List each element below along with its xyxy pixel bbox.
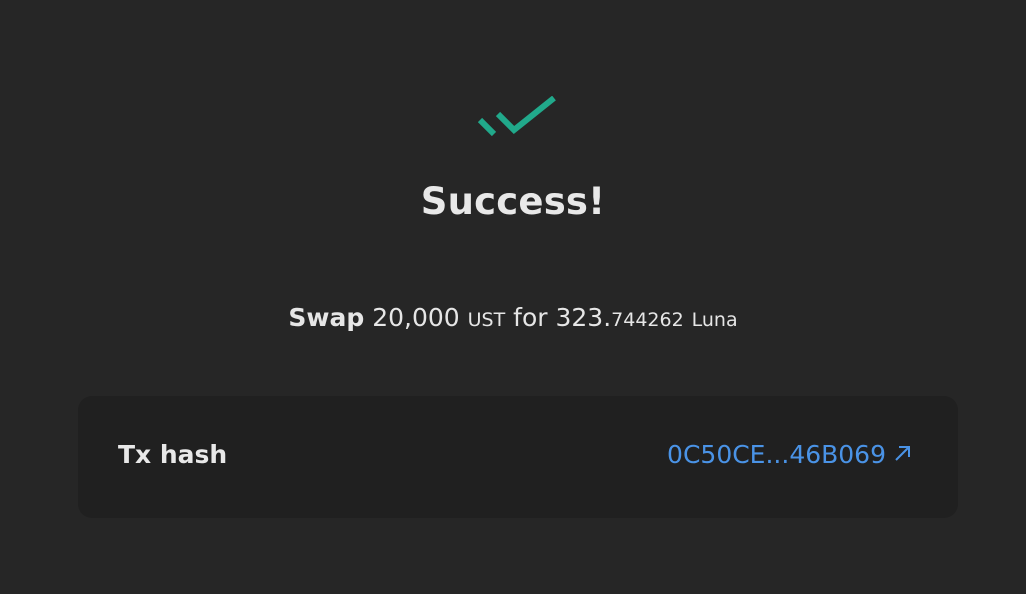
amount-out-dec: 744262 [611, 309, 684, 331]
tx-hash-label: Tx hash [118, 440, 228, 469]
double-check-icon [478, 96, 556, 137]
amount-out-int: 323. [555, 303, 612, 332]
external-link-arrow-icon [895, 446, 910, 461]
unit-out: Luna [691, 309, 738, 331]
summary-connector: for [513, 303, 548, 332]
amount-in: 20,000 [372, 303, 460, 332]
amount-out: 323.744262 [555, 303, 683, 332]
swap-summary: Swap 20,000 UST for 323.744262 Luna [0, 303, 1026, 332]
tx-hash-card: Tx hash 0C50CE...46B069 [78, 396, 958, 518]
summary-verb: Swap [288, 303, 365, 332]
tx-hash-value: 0C50CE...46B069 [667, 440, 886, 469]
unit-in: UST [467, 309, 506, 331]
tx-hash-link[interactable]: 0C50CE...46B069 [667, 440, 914, 469]
success-title: Success! [420, 180, 606, 223]
